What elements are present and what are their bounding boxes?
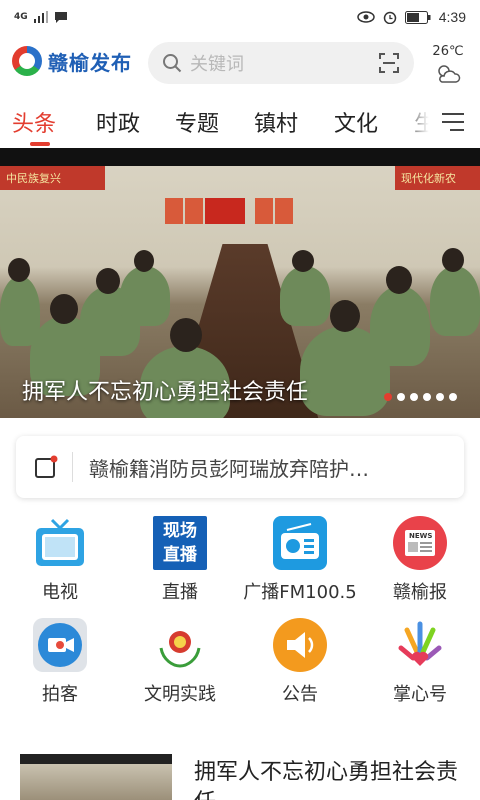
tv-icon [33, 516, 87, 570]
carousel-dot[interactable] [397, 393, 405, 401]
app-name: 赣榆发布 [48, 50, 132, 75]
cloudy-sun-icon [438, 65, 461, 83]
speaker-icon [273, 618, 327, 672]
carousel-dots [384, 393, 457, 401]
search-icon [163, 54, 182, 73]
wall-banner-left: 中民族复兴 [0, 166, 105, 190]
live-icon: 现场 直播 [153, 516, 207, 570]
news-list-item[interactable]: 拥军人不忘初心勇担社会责任 [0, 744, 480, 800]
carousel-dot[interactable] [423, 393, 431, 401]
active-tab-indicator [30, 142, 50, 146]
app-logo: 赣榆发布 [12, 46, 132, 76]
clock: 4:39 [438, 9, 466, 25]
grid-item-label: 电视 [42, 582, 78, 603]
eye-icon [357, 11, 375, 23]
search-placeholder: 关键词 [190, 54, 244, 75]
status-bar: 4G 4:39 [0, 0, 480, 34]
wall-banner-right: 现代化新农 [395, 166, 480, 190]
grid-item-label: 广播FM100.5 [243, 582, 357, 603]
colorful-hands-icon [393, 618, 447, 672]
grid-item-label: 拍客 [42, 684, 78, 705]
grid-item-paike[interactable]: 拍客 [0, 618, 120, 706]
notification-icon [35, 455, 58, 478]
signal-icon [33, 11, 48, 23]
wall-board [275, 198, 293, 224]
video-camera-icon [33, 618, 87, 672]
radio-icon [273, 516, 327, 570]
carousel-dot[interactable] [410, 393, 418, 401]
search-input[interactable]: 关键词 [148, 42, 414, 84]
grid-item-radio[interactable]: 广播FM100.5 [240, 516, 360, 604]
alarm-icon [383, 11, 396, 24]
banner-carousel[interactable]: 中民族复兴 现代化新农 拥军人不忘初心勇担社会责任 [0, 148, 480, 418]
party-flag [205, 198, 245, 224]
scan-icon[interactable] [378, 52, 400, 74]
grid-item-palm[interactable]: 掌心号 [360, 618, 480, 706]
grid-item-newspaper[interactable]: NEWS 赣榆报 [360, 516, 480, 604]
news-title: 拥军人不忘初心勇担社会责任 [194, 760, 459, 800]
carousel-dot[interactable] [384, 393, 392, 401]
message-icon [54, 11, 67, 23]
wall-board [185, 198, 203, 224]
grid-item-announcement[interactable]: 公告 [240, 618, 360, 706]
news-thumbnail [20, 754, 172, 800]
civilization-emblem-icon [153, 618, 207, 672]
tab-headline[interactable]: 头条 [12, 106, 56, 138]
grid-item-label: 文明实践 [144, 684, 216, 705]
news-ticker[interactable]: 赣榆籍消防员彭阿瑞放弃陪护… [16, 436, 464, 498]
live-icon-text-top: 现场 [163, 521, 197, 541]
weather-widget[interactable]: 26℃ [428, 44, 468, 88]
category-tabs: 头条 时政 专题 镇村 文化 生 [0, 100, 480, 146]
ticker-text: 赣榆籍消防员彭阿瑞放弃陪护… [89, 456, 369, 481]
tab-fade [400, 100, 436, 146]
grid-item-tv[interactable]: 电视 [0, 516, 120, 604]
carousel-dot[interactable] [449, 393, 457, 401]
logo-icon [12, 46, 42, 76]
grid-item-label: 直播 [162, 582, 198, 603]
ticker-separator [72, 452, 73, 482]
newspaper-icon: NEWS [393, 516, 447, 570]
wall-board [165, 198, 183, 224]
battery-icon [404, 10, 431, 24]
temperature: 26℃ [432, 44, 464, 59]
tab-culture[interactable]: 文化 [334, 106, 378, 138]
grid-item-label: 掌心号 [393, 684, 447, 705]
grid-item-label: 赣榆报 [393, 582, 447, 603]
app-header: 赣榆发布 关键词 26℃ [0, 36, 480, 92]
feature-grid: 电视 现场 直播 直播 广播FM100.5 NEWS 赣榆报 拍客 文明实践 公… [0, 516, 480, 716]
grid-item-live[interactable]: 现场 直播 直播 [120, 516, 240, 604]
tab-towns[interactable]: 镇村 [254, 106, 298, 138]
carousel-dot[interactable] [436, 393, 444, 401]
tab-politics[interactable]: 时政 [96, 106, 140, 138]
news-icon-text: NEWS [409, 532, 433, 540]
grid-item-label: 公告 [282, 684, 318, 705]
network-type: 4G [14, 11, 28, 22]
grid-item-civilization[interactable]: 文明实践 [120, 618, 240, 706]
live-icon-text-bottom: 直播 [163, 545, 197, 565]
wall-board [255, 198, 273, 224]
banner-title: 拥军人不忘初心勇担社会责任 [22, 380, 309, 405]
tab-topics[interactable]: 专题 [175, 106, 219, 138]
menu-icon[interactable] [440, 110, 466, 134]
